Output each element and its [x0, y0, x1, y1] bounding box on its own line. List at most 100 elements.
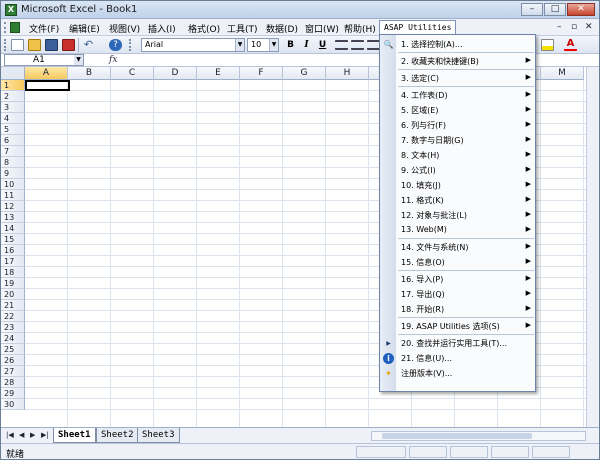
row-header-6[interactable]: 6 — [1, 135, 25, 146]
asap-menu-item-21[interactable]: i 21. 信息(U)... — [380, 351, 535, 366]
new-file-icon[interactable] — [11, 39, 24, 51]
asap-menu-item-10[interactable]: 10. 填充(J) ▶ — [380, 178, 535, 193]
fx-icon[interactable]: fx — [109, 55, 117, 65]
asap-menu-item-7[interactable]: 7. 数字与日期(G) ▶ — [380, 133, 535, 148]
column-header-m[interactable]: M — [541, 67, 584, 80]
row-header-30[interactable]: 30 — [1, 399, 25, 410]
undo-icon[interactable]: ↶ — [82, 39, 95, 51]
menu-tools[interactable]: 工具(T) — [227, 22, 258, 35]
row-header-8[interactable]: 8 — [1, 157, 25, 168]
row-header-14[interactable]: 14 — [1, 223, 25, 234]
active-cell-a1[interactable] — [25, 80, 70, 91]
column-header-e[interactable]: E — [197, 67, 240, 80]
asap-menu-item-6[interactable]: 6. 列与行(F) ▶ — [380, 118, 535, 133]
doc-minimize-button[interactable]: – — [557, 22, 562, 32]
row-header-22[interactable]: 22 — [1, 311, 25, 322]
asap-menu-item-5[interactable]: 5. 区域(E) ▶ — [380, 103, 535, 118]
asap-menu-item-9[interactable]: 9. 公式(I) ▶ — [380, 163, 535, 178]
horizontal-scrollbar[interactable] — [371, 431, 586, 441]
column-header-c[interactable]: C — [111, 67, 154, 80]
menu-file[interactable]: 文件(F) — [29, 22, 59, 35]
font-size-combo[interactable]: 10 ▼ — [247, 38, 279, 52]
prev-sheet-button[interactable]: ◀ — [19, 431, 24, 439]
last-sheet-button[interactable]: ▶| — [41, 431, 49, 439]
row-header-21[interactable]: 21 — [1, 300, 25, 311]
row-header-4[interactable]: 4 — [1, 113, 25, 124]
open-folder-icon[interactable] — [28, 39, 41, 51]
font-color-icon[interactable]: A — [564, 39, 577, 51]
column-header-g[interactable]: G — [283, 67, 326, 80]
row-header-2[interactable]: 2 — [1, 91, 25, 102]
asap-menu-item-2[interactable]: 2. 收藏夹和快捷键(B) ▶ — [380, 54, 535, 69]
asap-menu-item-17[interactable]: 17. 导出(Q) ▶ — [380, 287, 535, 302]
maximize-button[interactable]: □ — [544, 3, 566, 16]
row-header-20[interactable]: 20 — [1, 289, 25, 300]
menu-help[interactable]: 帮助(H) — [344, 22, 376, 35]
toolbar-grip[interactable] — [4, 39, 6, 51]
column-header-b[interactable]: B — [68, 67, 111, 80]
row-header-13[interactable]: 13 — [1, 212, 25, 223]
next-sheet-button[interactable]: ▶ — [30, 431, 35, 439]
menu-grip[interactable] — [4, 22, 7, 33]
asap-menu-item-12[interactable]: 12. 对象与批注(L) ▶ — [380, 208, 535, 223]
save-icon[interactable] — [45, 39, 58, 51]
row-header-17[interactable]: 17 — [1, 256, 25, 267]
row-header-26[interactable]: 26 — [1, 355, 25, 366]
fill-color-icon[interactable] — [541, 39, 554, 51]
menu-format[interactable]: 格式(O) — [188, 22, 220, 35]
menu-insert[interactable]: 插入(I) — [148, 22, 176, 35]
row-header-1[interactable]: 1 — [1, 80, 25, 91]
asap-menu-item-13[interactable]: 13. Web(M) ▶ — [380, 223, 535, 238]
help-icon[interactable]: ? — [109, 39, 122, 51]
menu-view[interactable]: 视图(V) — [109, 22, 140, 35]
column-header-d[interactable]: D — [154, 67, 197, 80]
sheet-tab-2[interactable]: Sheet2 — [96, 428, 139, 443]
row-header-15[interactable]: 15 — [1, 234, 25, 245]
doc-restore-button[interactable]: ▫ — [571, 22, 577, 32]
asap-menu-item-14[interactable]: 14. 文件与系统(N) ▶ — [380, 240, 535, 255]
asap-menu-item-8[interactable]: 8. 文本(H) ▶ — [380, 148, 535, 163]
minimize-button[interactable]: – — [521, 3, 543, 16]
excel-app-icon[interactable]: X — [5, 4, 17, 16]
menu-edit[interactable]: 编辑(E) — [69, 22, 100, 35]
italic-button[interactable]: I — [300, 39, 313, 51]
asap-menu-item-22[interactable]: ✦ 注册版本(V)... — [380, 366, 535, 381]
chevron-down-icon[interactable]: ▼ — [235, 39, 244, 51]
column-header-a[interactable]: A — [25, 67, 68, 80]
row-header-3[interactable]: 3 — [1, 102, 25, 113]
asap-menu-item-20[interactable]: ▶ 20. 查找并运行实用工具(T)... — [380, 336, 535, 351]
column-header-f[interactable]: F — [240, 67, 283, 80]
row-header-24[interactable]: 24 — [1, 333, 25, 344]
chevron-down-icon[interactable]: ▼ — [269, 39, 278, 51]
row-header-10[interactable]: 10 — [1, 179, 25, 190]
asap-menu-item-4[interactable]: 4. 工作表(D) ▶ — [380, 88, 535, 103]
row-header-19[interactable]: 19 — [1, 278, 25, 289]
font-name-combo[interactable]: Arial ▼ — [141, 38, 245, 52]
asap-menu-item-18[interactable]: 18. 开始(R) ▶ — [380, 302, 535, 317]
permission-icon[interactable] — [62, 39, 75, 51]
asap-menu-item-3[interactable]: 3. 选定(C) ▶ — [380, 71, 535, 86]
doc-close-button[interactable]: ✕ — [585, 22, 593, 32]
asap-menu-item-19[interactable]: 19. ASAP Utilities 选项(S) ▶ — [380, 319, 535, 334]
row-header-12[interactable]: 12 — [1, 201, 25, 212]
bold-button[interactable]: B — [284, 39, 297, 51]
select-all-corner[interactable] — [1, 67, 25, 80]
row-header-16[interactable]: 16 — [1, 245, 25, 256]
row-header-23[interactable]: 23 — [1, 322, 25, 333]
row-header-29[interactable]: 29 — [1, 388, 25, 399]
row-header-28[interactable]: 28 — [1, 377, 25, 388]
row-header-25[interactable]: 25 — [1, 344, 25, 355]
menu-window[interactable]: 窗口(W) — [305, 22, 339, 35]
name-box[interactable]: A1 ▼ — [4, 54, 84, 66]
asap-menu-item-15[interactable]: 15. 信息(O) ▶ — [380, 255, 535, 270]
sheet-tab-1[interactable]: Sheet1 — [53, 428, 96, 443]
workbook-icon[interactable] — [10, 22, 20, 33]
row-header-9[interactable]: 9 — [1, 168, 25, 179]
align-left-icon[interactable] — [335, 40, 348, 50]
align-center-icon[interactable] — [351, 40, 364, 50]
asap-menu-item-11[interactable]: 11. 格式(K) ▶ — [380, 193, 535, 208]
row-header-7[interactable]: 7 — [1, 146, 25, 157]
first-sheet-button[interactable]: |◀ — [6, 431, 14, 439]
scrollbar-thumb[interactable] — [382, 433, 532, 439]
row-header-5[interactable]: 5 — [1, 124, 25, 135]
